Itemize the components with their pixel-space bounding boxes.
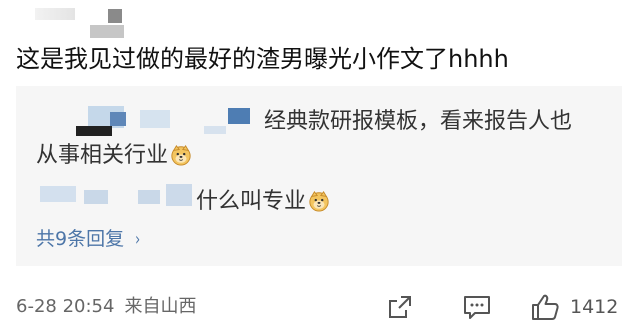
comment-icon [464,296,490,319]
reply-text: 经典款研报模板，看来报告人也 [264,109,573,134]
like-count: 1412 [570,296,619,318]
redacted-username-block [166,184,192,206]
like-icon [532,294,559,320]
redacted-username-block [90,25,124,38]
reply-text-continued: 从事相关行业 [36,142,192,170]
redacted-username-block [110,112,126,126]
redacted-username-block [84,190,108,204]
doge-emoji-icon [309,191,329,212]
chevron-right-icon: › [135,229,141,250]
comment-timestamp: 6-28 20:54 [16,296,115,317]
comment-text: 这是我见过做的最好的渣男曝光小作文了hhhh [16,45,509,73]
comment-meta: 6-28 20:54 来自山西 [16,294,196,320]
redacted-username-block [40,186,76,202]
reply-preview-box[interactable]: 经典款研报模板，看来报告人也 从事相关行业 什么叫专业 共9条回复 › [16,86,622,266]
comment-button[interactable] [462,292,492,322]
comment-location: 来自山西 [124,296,197,317]
redacted-username-block [76,126,112,136]
redacted-username-block [138,190,160,204]
redacted-username-block [228,108,250,124]
view-all-replies-link[interactable]: 共9条回复 › [36,226,141,253]
reply-text: 从事相关行业 [36,143,169,168]
view-all-replies-label: 共9条回复 [36,228,125,250]
reply-text: 什么叫专业 [196,189,307,214]
redacted-username-block [140,110,170,128]
share-icon [389,296,411,318]
redacted-avatar-block [108,9,122,23]
share-button[interactable] [386,292,414,322]
doge-emoji-icon [171,145,191,166]
reply-text-second: 什么叫专业 [196,188,330,216]
like-button[interactable]: 1412 [530,292,618,322]
redacted-username-block [204,126,226,134]
redacted-avatar-block [35,8,75,20]
